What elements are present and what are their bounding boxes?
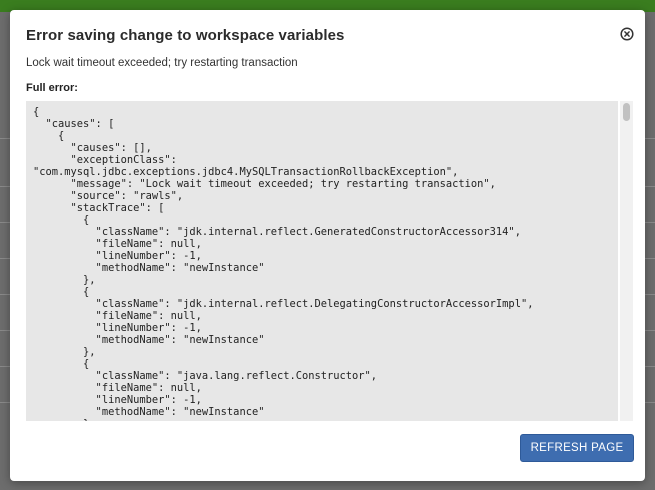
background-row-divider bbox=[645, 186, 655, 187]
error-dialog: Error saving change to workspace variabl… bbox=[10, 10, 645, 481]
background-row-divider bbox=[645, 330, 655, 331]
error-scrollbar[interactable] bbox=[620, 101, 633, 421]
background-row-divider bbox=[645, 402, 655, 403]
background-row-divider bbox=[0, 138, 10, 139]
full-error-text[interactable]: { "causes": [ { "causes": [], "exception… bbox=[26, 101, 618, 421]
background-row-divider bbox=[0, 366, 10, 367]
background-row-divider bbox=[0, 294, 10, 295]
full-error-label: Full error: bbox=[26, 82, 78, 94]
background-row-divider bbox=[645, 138, 655, 139]
background-row-divider bbox=[0, 222, 10, 223]
background-row-divider bbox=[0, 402, 10, 403]
close-circle-icon bbox=[620, 27, 634, 41]
background-row-divider bbox=[0, 186, 10, 187]
scrollbar-thumb[interactable] bbox=[623, 103, 630, 121]
background-row-divider bbox=[645, 366, 655, 367]
background-row-divider bbox=[0, 258, 10, 259]
background-row-divider bbox=[645, 258, 655, 259]
background-row-divider bbox=[645, 294, 655, 295]
dialog-title: Error saving change to workspace variabl… bbox=[26, 27, 345, 44]
background-row-divider bbox=[0, 330, 10, 331]
refresh-page-button[interactable]: REFRESH PAGE bbox=[520, 434, 634, 462]
error-message: Lock wait timeout exceeded; try restarti… bbox=[26, 57, 298, 69]
background-row-divider bbox=[645, 222, 655, 223]
full-error-panel[interactable]: { "causes": [ { "causes": [], "exception… bbox=[26, 101, 618, 421]
close-button[interactable] bbox=[620, 27, 634, 41]
